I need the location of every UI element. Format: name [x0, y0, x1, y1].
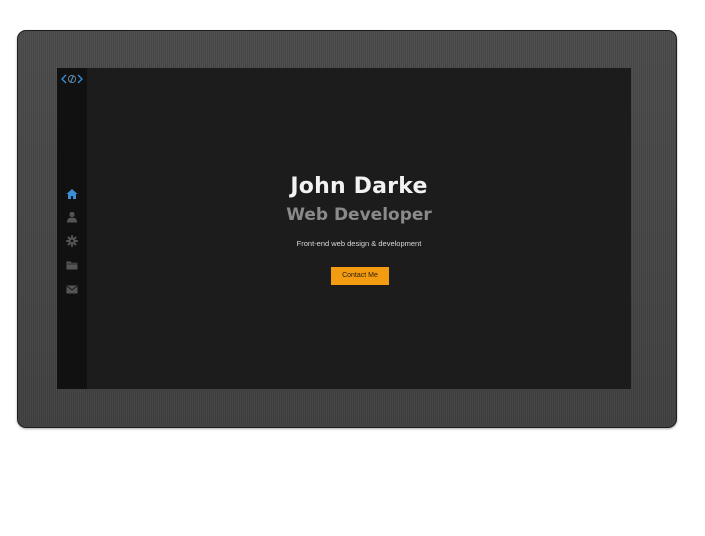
folder-icon[interactable]	[66, 259, 78, 271]
user-icon[interactable]	[66, 211, 78, 223]
hero-section: John Darke Web Developer Front-end web d…	[87, 68, 631, 389]
sidebar-nav	[57, 68, 87, 389]
hero-name: John Darke	[290, 174, 428, 199]
code-logo-icon[interactable]	[60, 72, 84, 86]
contact-me-button[interactable]: Contact Me	[331, 267, 389, 285]
hero-role: Web Developer	[286, 205, 432, 225]
home-icon[interactable]	[66, 188, 78, 200]
gear-icon[interactable]	[66, 235, 78, 247]
website-screen: John Darke Web Developer Front-end web d…	[57, 68, 631, 389]
envelope-icon[interactable]	[66, 283, 78, 295]
hero-tagline: Front-end web design & development	[296, 239, 422, 248]
